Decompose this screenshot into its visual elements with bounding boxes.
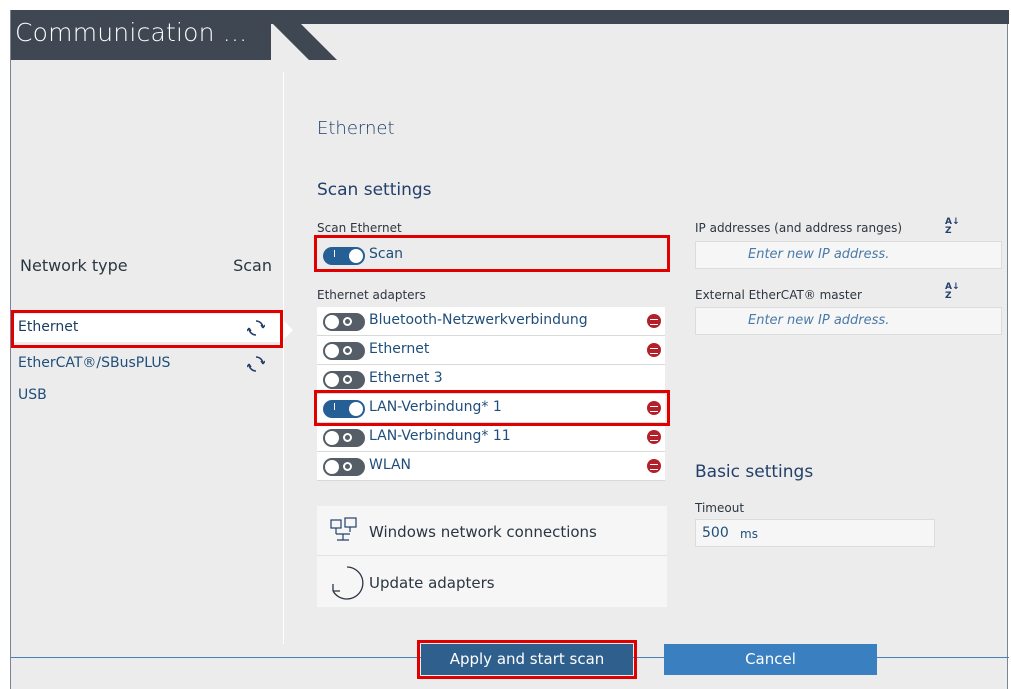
highlight-box-ethernet <box>11 310 283 348</box>
timeout-label: Timeout <box>695 501 745 515</box>
toggle-off-mark <box>343 462 352 471</box>
network-item-ethercat[interactable]: EtherCAT®/SBusPLUS <box>11 350 283 378</box>
toggle-knob <box>325 373 339 387</box>
panel-divider <box>283 72 284 644</box>
adapter-toggle[interactable] <box>323 342 365 360</box>
pin-icon[interactable] <box>647 343 661 357</box>
toggle-off-mark <box>343 433 352 442</box>
network-item-usb[interactable]: USB <box>11 382 283 410</box>
scan-settings-heading: Scan settings <box>317 180 432 200</box>
adapter-toggle[interactable] <box>323 313 365 331</box>
scan-column-label: Scan <box>233 256 272 275</box>
adapter-toggle[interactable] <box>323 429 365 447</box>
adapter-toggle[interactable] <box>323 371 365 389</box>
toggle-knob <box>325 344 339 358</box>
refresh-icon[interactable] <box>247 355 265 373</box>
ip-address-placeholder: Enter new IP address. <box>748 247 890 262</box>
highlight-box-apply <box>417 640 637 679</box>
toggle-knob <box>325 315 339 329</box>
highlight-box-lan-1 <box>314 390 670 426</box>
network-computers-icon <box>330 517 357 541</box>
toggle-off-mark <box>343 375 352 384</box>
sort-az-icon[interactable]: A↓ Z <box>945 218 960 236</box>
network-item-label: EtherCAT®/SBusPLUS <box>18 355 171 371</box>
adapter-row-lan-11[interactable]: LAN-Verbindung* 11 <box>317 423 665 452</box>
network-type-label: Network type <box>20 256 128 275</box>
windows-network-connections-label: Windows network connections <box>369 523 597 541</box>
external-master-placeholder: Enter new IP address. <box>748 313 890 328</box>
toggle-off-mark <box>343 317 352 326</box>
title-bar-slant <box>269 20 337 60</box>
network-type-header: Network type Scan <box>20 256 282 286</box>
cancel-button[interactable]: Cancel <box>664 644 877 675</box>
timeout-value: 500 <box>702 525 729 541</box>
communication-window: Communication ... Network type Scan Ethe… <box>10 10 1009 689</box>
adapter-name: Ethernet 3 <box>369 370 443 386</box>
title-bar: Communication ... <box>11 10 271 60</box>
adapter-name: Bluetooth-Netzwerkverbindung <box>369 312 588 328</box>
scan-ethernet-label: Scan Ethernet <box>317 221 402 235</box>
adapter-row-ethernet[interactable]: Ethernet <box>317 336 665 365</box>
refresh-icon <box>332 566 364 600</box>
update-adapters-button[interactable]: Update adapters <box>317 557 667 607</box>
adapter-toggle[interactable] <box>323 458 365 476</box>
adapter-name: Ethernet <box>369 341 430 357</box>
pin-icon[interactable] <box>647 314 661 328</box>
highlight-box-scan <box>314 235 670 272</box>
toggle-knob <box>325 431 339 445</box>
timeout-unit: ms <box>740 527 758 541</box>
title-bar-stripe <box>271 10 1009 24</box>
ip-address-input[interactable]: Enter new IP address. <box>695 241 1002 269</box>
update-adapters-label: Update adapters <box>369 574 495 592</box>
network-item-label: USB <box>18 387 47 403</box>
toggle-off-mark <box>343 346 352 355</box>
sort-az-icon[interactable]: A↓ Z <box>945 283 960 301</box>
external-master-label: External EtherCAT® master <box>695 288 862 302</box>
adapter-row-bluetooth[interactable]: Bluetooth-Netzwerkverbindung <box>317 307 665 336</box>
timeout-input[interactable]: 500 ms <box>695 519 935 547</box>
external-master-input[interactable]: Enter new IP address. <box>695 307 1002 335</box>
windows-network-connections-button[interactable]: Windows network connections <box>317 506 667 556</box>
window-title: Communication ... <box>15 18 248 47</box>
adapter-name: LAN-Verbindung* 11 <box>369 428 511 444</box>
adapter-actions-panel: Windows network connections Update adapt… <box>317 506 667 607</box>
adapter-row-wlan[interactable]: WLAN <box>317 452 665 481</box>
toggle-knob <box>325 460 339 474</box>
pin-icon[interactable] <box>647 430 661 444</box>
section-title-ethernet: Ethernet <box>317 118 395 139</box>
ip-addresses-label: IP addresses (and address ranges) <box>695 221 903 235</box>
ethernet-adapters-label: Ethernet adapters <box>317 288 426 302</box>
pin-icon[interactable] <box>647 459 661 473</box>
adapter-name: WLAN <box>369 457 412 473</box>
basic-settings-heading: Basic settings <box>695 462 814 482</box>
